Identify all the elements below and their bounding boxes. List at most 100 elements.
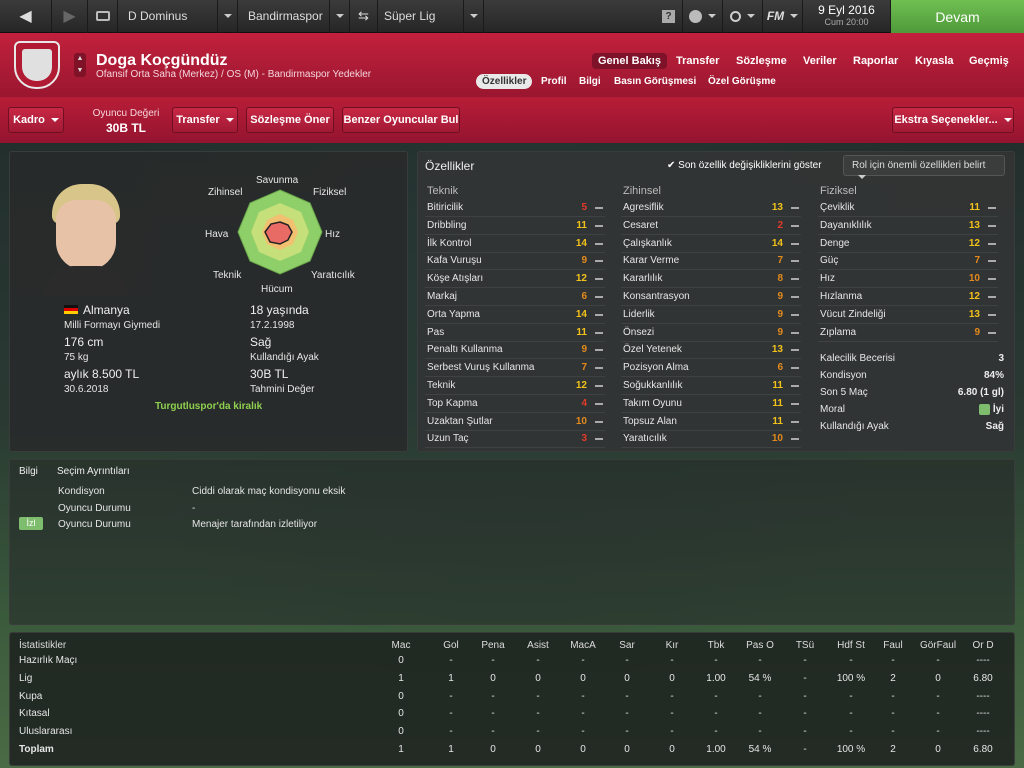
manager-menu[interactable]: D Dominus [118,0,218,33]
attribute-row[interactable]: Kafa Vuruşu 9 [425,252,605,271]
club-dropdown[interactable] [330,0,350,33]
attribute-row[interactable]: Cesaret 2 [621,217,801,235]
attribute-row[interactable]: Kararlılık 8 [621,270,801,289]
attribute-row[interactable]: Markaj 6 [425,288,605,306]
extra-row: Moral İyi [818,401,1004,419]
stats-column-header[interactable]: Or D [953,640,1013,651]
transfer-label: Transfer [176,114,220,126]
attribute-row[interactable]: Denge 12 [818,235,998,253]
attribute-row[interactable]: Dayanıklılık 13 [818,217,998,235]
info-tab[interactable]: Bilgi [19,466,38,477]
attribute-row[interactable]: Serbest Vuruş Kullanma 7 [425,359,605,378]
attribute-value: 14 [575,237,587,249]
attribute-row[interactable]: Orta Yapma 14 [425,306,605,324]
table-row[interactable]: Kupa 0- - - - - - - - - - - - ---- [18,688,1016,706]
attribute-row[interactable]: Takım Oyunu 11 [621,395,801,413]
help-icon: ? [662,9,675,23]
row-name: Kıtasal [19,708,50,720]
show-changes-toggle[interactable]: ✔ Son özellik değişikliklerini göster [667,160,822,171]
continue-button[interactable]: Devam [891,0,1024,33]
dash-icon [595,207,603,209]
nav-transfer[interactable]: Transfer [676,55,719,67]
help-button[interactable]: ? [655,0,683,33]
attribute-row[interactable]: Zıplama 9 [818,324,998,342]
attribute-row[interactable]: Özel Yetenek 13 [621,341,801,360]
attribute-row[interactable]: Soğukkanlılık 11 [621,377,801,395]
table-row[interactable]: Kıtasal 0- - - - - - - - - - - - ---- [18,705,1016,723]
extra-label: Ekstra Seçenekler... [894,114,998,126]
world-button[interactable] [683,0,723,33]
attribute-row[interactable]: Köşe Atışları 12 [425,270,605,289]
attribute-value: 11 [576,326,587,338]
tab-profile[interactable]: Profil [541,76,567,87]
forward-button[interactable]: ▶ [52,0,88,33]
attribute-row[interactable]: Uzun Taç 3 [425,430,605,449]
table-row[interactable]: Uluslararası 0- - - - - - - - - - - - ---- [18,723,1016,741]
dash-icon [595,420,603,423]
tab-private-chat[interactable]: Özel Görüşme [708,76,776,87]
attribute-row[interactable]: Çalışkanlık 14 [621,235,801,253]
attribute-name: Önsezi [623,326,655,338]
attribute-row[interactable]: Hızlanma 12 [818,288,998,306]
table-row[interactable]: Hazırlık Maçı 0- - - - - - - - - - - - ---- [18,652,1016,670]
search-button[interactable] [723,0,763,33]
table-row[interactable]: Lig 1 1 0 0 0 0 0 1.00 54 % -100 % 2 0 6.80 [18,670,1016,688]
league-label: Süper Lig [384,9,436,23]
nav-contract[interactable]: Sözleşme [736,55,787,67]
stat-cell: ---- [976,726,990,738]
transfer-button[interactable]: Transfer [172,107,238,133]
attribute-row[interactable]: Karar Verme 7 [621,252,801,271]
attribute-row[interactable]: Top Kapma 4 [425,395,605,413]
table-row[interactable]: Toplam 1 1 0 0 0 0 0 1.00 54 % -100 % 2 0 6.80 [18,741,1016,759]
attribute-name: Takım Oyunu [623,397,682,409]
attribute-row[interactable]: Çeviklik 11 [818,199,998,217]
attribute-row[interactable]: Penaltı Kullanma 9 [425,341,605,360]
dash-icon [791,402,799,405]
league-dropdown[interactable] [464,0,484,33]
tab-info[interactable]: Bilgi [579,76,601,87]
find-similar-button[interactable]: Benzer Oyuncular Bul [342,107,460,133]
role-dropdown[interactable]: Rol için önemli özellikleri belirt [843,155,1005,179]
dash-icon [791,438,799,441]
nav-data[interactable]: Veriler [803,55,837,67]
attribute-row[interactable]: İlk Kontrol 14 [425,235,605,253]
attribute-row[interactable]: Yaratıcılık 10 [621,430,801,449]
attribute-row[interactable]: Önsezi 9 [621,324,801,342]
dash-icon [988,260,996,263]
attribute-row[interactable]: Hız 10 [818,270,998,289]
back-button[interactable]: ◀ [0,0,52,33]
attribute-row[interactable]: Vücut Zindeliği 13 [818,306,998,324]
attribute-row[interactable]: Dribbling 11 [425,217,605,235]
attribute-row[interactable]: Pozisyon Alma 6 [621,359,801,378]
nav-overview[interactable]: Genel Bakış [592,53,667,69]
attribute-row[interactable]: Uzaktan Şutlar 10 [425,413,605,431]
stat-cell: ---- [976,655,990,666]
swap-button[interactable]: ⇆ [350,0,378,33]
inbox-button[interactable] [88,0,118,33]
attribute-row[interactable]: Liderlik 9 [621,306,801,324]
extra-options-button[interactable]: Ekstra Seçenekler... [892,107,1014,133]
attribute-row[interactable]: Topsuz Alan 11 [621,413,801,431]
nav-compare[interactable]: Kıyasla [915,55,954,67]
manager-dropdown[interactable] [218,0,238,33]
offer-contract-button[interactable]: Sözleşme Öner [246,107,334,133]
fm-menu-button[interactable]: FM [763,0,803,33]
swap-icon: ⇆ [358,8,369,23]
nav-reports[interactable]: Raporlar [853,55,898,67]
tab-press[interactable]: Basın Görüşmesi [614,76,696,87]
attribute-row[interactable]: Konsantrasyon 9 [621,288,801,306]
attribute-value: 12 [575,273,587,285]
selection-tab[interactable]: Seçim Ayrıntıları [57,466,130,477]
league-menu[interactable]: Süper Lig [378,0,464,33]
squad-button[interactable]: Kadro [8,107,64,133]
attribute-row[interactable]: Güç 7 [818,252,998,271]
player-switcher[interactable]: ▲ ▼ [74,53,86,77]
tab-attributes[interactable]: Özellikler [476,74,533,89]
attribute-row[interactable]: Pas 11 [425,324,605,342]
nav-history[interactable]: Geçmiş [969,55,1009,67]
club-menu[interactable]: Bandirmaspor [238,0,330,33]
attribute-row[interactable]: Agresiflik 13 [621,199,801,217]
attribute-row[interactable]: Teknik 12 [425,377,605,395]
attribute-row[interactable]: Bitiricilik 5 [425,199,605,217]
loan-link[interactable]: Turgutluspor'da kiralık [155,401,262,412]
